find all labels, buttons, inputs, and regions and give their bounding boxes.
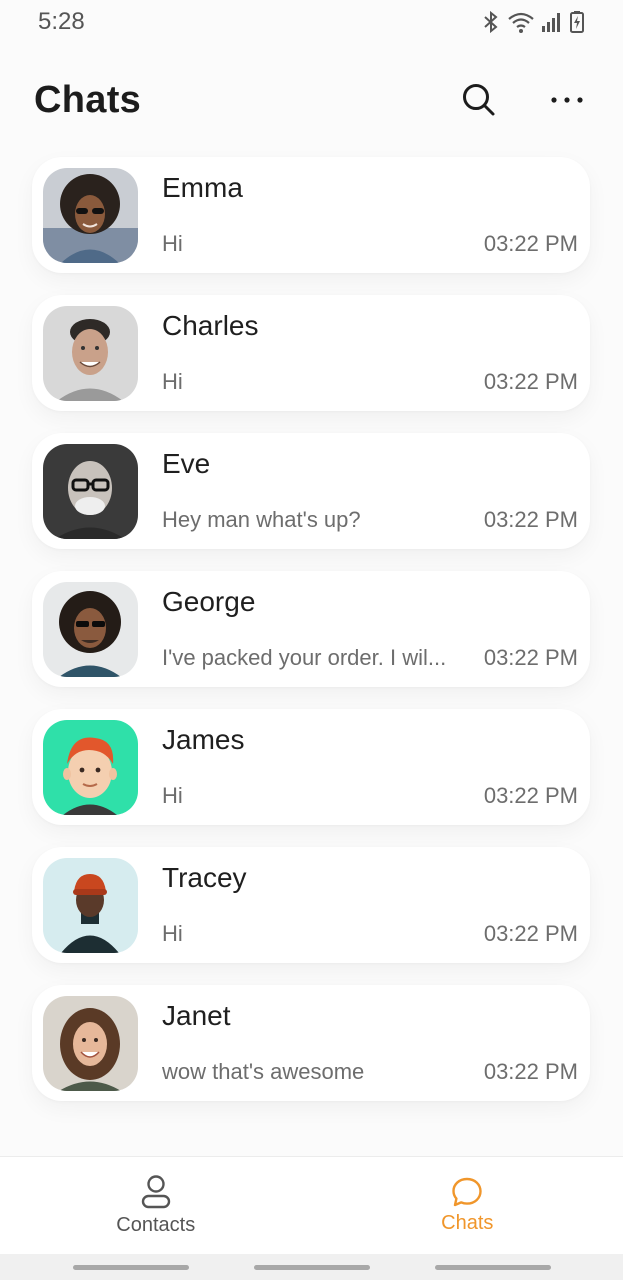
chat-time: 03:22 PM: [483, 920, 578, 946]
person-icon: [141, 1175, 170, 1209]
nav-chats[interactable]: Chats: [312, 1157, 623, 1254]
more-options-button[interactable]: [545, 78, 589, 122]
avatar-image: [43, 581, 138, 677]
chat-bubble-icon: [452, 1177, 482, 1207]
gesture-home-pill[interactable]: [253, 1264, 370, 1270]
gesture-back-pill[interactable]: [434, 1264, 551, 1270]
search-icon: [463, 84, 495, 116]
chat-last-message: I've packed your order. I wil...: [162, 644, 447, 670]
chat-body: George I've packed your order. I wil... …: [162, 582, 578, 677]
status-bar: 5:28: [0, 0, 623, 44]
chat-body: Charles Hi 03:22 PM: [162, 306, 578, 401]
status-time: 5:28: [38, 8, 85, 35]
gesture-recents-pill[interactable]: [72, 1264, 189, 1270]
page-title: Chats: [34, 78, 142, 121]
chat-item-charles[interactable]: Charles Hi 03:22 PM: [32, 295, 590, 411]
chat-name: James: [162, 723, 245, 755]
avatar-image: [43, 167, 138, 263]
avatar-image: [43, 443, 138, 539]
chat-last-message: Hi: [162, 368, 183, 394]
chat-name: Eve: [162, 447, 211, 479]
avatar: [43, 719, 138, 815]
battery-icon: [570, 11, 584, 33]
avatar: [43, 167, 138, 263]
avatar-image: [43, 995, 138, 1091]
bottom-nav: Contacts Chats: [0, 1156, 623, 1254]
more-icon: [551, 97, 583, 103]
chat-item-george[interactable]: George I've packed your order. I wil... …: [32, 571, 590, 687]
signal-icon: [542, 13, 560, 32]
avatar-image: [43, 305, 138, 401]
chat-name: Emma: [162, 171, 243, 203]
avatar: [43, 443, 138, 539]
chat-time: 03:22 PM: [483, 368, 578, 394]
header-actions: [457, 78, 589, 122]
nav-contacts[interactable]: Contacts: [0, 1157, 312, 1254]
avatar-image: [43, 719, 138, 815]
chat-last-message: Hi: [162, 782, 183, 808]
chat-last-message: Hi: [162, 230, 183, 256]
chat-item-eve[interactable]: Eve Hey man what's up? 03:22 PM: [32, 433, 590, 549]
chat-item-tracey[interactable]: Tracey Hi 03:22 PM: [32, 847, 590, 963]
chat-body: Emma Hi 03:22 PM: [162, 168, 578, 263]
chat-body: Tracey Hi 03:22 PM: [162, 858, 578, 953]
chat-name: Tracey: [162, 861, 247, 893]
chat-time: 03:22 PM: [483, 644, 578, 670]
bluetooth-icon: [484, 10, 498, 34]
gesture-bar: [0, 1254, 623, 1280]
header: Chats: [0, 70, 623, 130]
chat-name: Janet: [162, 999, 231, 1031]
chat-body: Eve Hey man what's up? 03:22 PM: [162, 444, 578, 539]
avatar-image: [43, 857, 138, 953]
chat-item-emma[interactable]: Emma Hi 03:22 PM: [32, 157, 590, 273]
nav-contacts-label: Contacts: [116, 1214, 196, 1236]
avatar: [43, 305, 138, 401]
avatar: [43, 857, 138, 953]
chat-list: Emma Hi 03:22 PM Charles Hi 03:22 PM Eve…: [32, 157, 590, 1101]
chat-last-message: Hey man what's up?: [162, 506, 361, 532]
chat-item-janet[interactable]: Janet wow that's awesome 03:22 PM: [32, 985, 590, 1101]
chat-body: Janet wow that's awesome 03:22 PM: [162, 996, 578, 1091]
chat-time: 03:22 PM: [483, 506, 578, 532]
chat-time: 03:22 PM: [483, 230, 578, 256]
chat-last-message: Hi: [162, 920, 183, 946]
avatar: [43, 581, 138, 677]
chat-item-james[interactable]: James Hi 03:22 PM: [32, 709, 590, 825]
chat-name: Charles: [162, 309, 259, 341]
chat-time: 03:22 PM: [483, 782, 578, 808]
status-icons: [481, 10, 585, 34]
wifi-icon: [508, 12, 534, 33]
avatar: [43, 995, 138, 1091]
chat-body: James Hi 03:22 PM: [162, 720, 578, 815]
nav-chats-label: Chats: [441, 1212, 494, 1234]
chat-time: 03:22 PM: [483, 1058, 578, 1084]
search-button[interactable]: [457, 78, 501, 122]
chat-last-message: wow that's awesome: [162, 1058, 365, 1084]
chat-name: George: [162, 585, 256, 617]
